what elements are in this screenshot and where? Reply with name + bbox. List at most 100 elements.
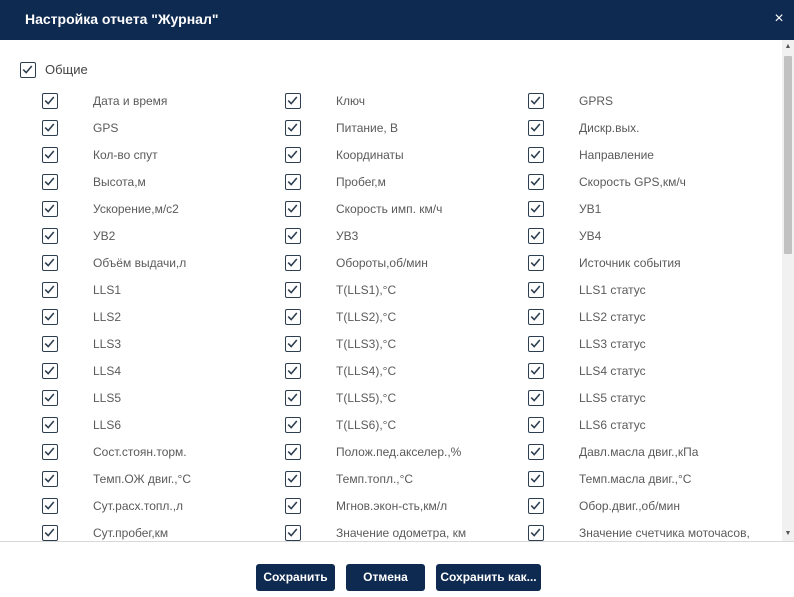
checkbox-3-17[interactable] [528,525,544,541]
checkbox-2-15[interactable] [285,471,301,487]
checkbox-2-2[interactable] [285,120,301,136]
checkmark-icon [287,204,298,213]
checkbox-3-2[interactable] [528,120,544,136]
checkbox-1-11[interactable] [42,363,58,379]
checkbox-3-11[interactable] [528,363,544,379]
checkbox-label: LLS3 [93,337,122,351]
checkmark-icon [530,447,541,456]
checkbox-3-14[interactable] [528,444,544,460]
checkmark-icon [530,393,541,402]
checkbox-label: T(LLS1),°C [336,283,397,297]
checkbox-2-5[interactable] [285,201,301,217]
checkbox-label: Темп.масла двиг.,°С [579,472,692,486]
group-label-general: Общие [45,62,88,77]
checkmark-icon [22,65,33,74]
checkbox-2-6[interactable] [285,228,301,244]
save-button[interactable]: Сохранить [256,564,335,591]
checkbox-3-1[interactable] [528,93,544,109]
checkbox-1-16[interactable] [42,498,58,514]
checkbox-3-12[interactable] [528,390,544,406]
checkbox-2-7[interactable] [285,255,301,271]
checkbox-2-8[interactable] [285,282,301,298]
close-icon[interactable]: × [764,0,794,40]
checkbox-2-12[interactable] [285,390,301,406]
checkbox-2-14[interactable] [285,444,301,460]
checkbox-3-16[interactable] [528,498,544,514]
checkbox-label: Сост.стоян.торм. [93,445,187,459]
checkmark-icon [44,339,55,348]
checkbox-2-10[interactable] [285,336,301,352]
checkbox-1-5[interactable] [42,201,58,217]
checkbox-label: Давл.масла двиг.,кПа [579,445,699,459]
save-as-button[interactable]: Сохранить как... [436,564,541,591]
checkbox-2-1[interactable] [285,93,301,109]
checkmark-icon [44,501,55,510]
checkbox-3-13[interactable] [528,417,544,433]
scrollbar-thumb[interactable] [784,56,792,254]
checkbox-1-7[interactable] [42,255,58,271]
checkbox-1-13[interactable] [42,417,58,433]
checkbox-1-14[interactable] [42,444,58,460]
checkmark-icon [530,474,541,483]
checkbox-1-6[interactable] [42,228,58,244]
checkbox-label: Питание, В [336,121,399,135]
checkbox-1-10[interactable] [42,336,58,352]
checkbox-3-5[interactable] [528,201,544,217]
checkbox-label: LLS1 [93,283,122,297]
dialog-title: Настройка отчета "Журнал" [25,11,219,27]
checkbox-label: Дискр.вых. [579,121,640,135]
checkbox-label: LLS1 статус [579,283,646,297]
checkbox-1-1[interactable] [42,93,58,109]
checkbox-label: УВ1 [579,202,602,216]
checkbox-3-6[interactable] [528,228,544,244]
checkbox-2-13[interactable] [285,417,301,433]
checkbox-3-9[interactable] [528,309,544,325]
checkbox-1-8[interactable] [42,282,58,298]
checkbox-1-17[interactable] [42,525,58,541]
checkbox-group-general[interactable] [20,62,36,78]
checkbox-3-8[interactable] [528,282,544,298]
checkmark-icon [530,177,541,186]
checkbox-label: LLS5 [93,391,122,405]
checkbox-2-16[interactable] [285,498,301,514]
checkmark-icon [287,393,298,402]
checkmark-icon [530,312,541,321]
checkbox-3-7[interactable] [528,255,544,271]
checkbox-2-11[interactable] [285,363,301,379]
checkmark-icon [530,528,541,537]
checkbox-2-3[interactable] [285,147,301,163]
checkbox-2-4[interactable] [285,174,301,190]
vertical-scrollbar[interactable]: ▲ ▼ [782,40,794,541]
checkbox-3-10[interactable] [528,336,544,352]
checkbox-label: УВ3 [336,229,359,243]
checkbox-1-3[interactable] [42,147,58,163]
checkmark-icon [44,231,55,240]
checkbox-2-9[interactable] [285,309,301,325]
checkbox-1-2[interactable] [42,120,58,136]
checkmark-icon [530,339,541,348]
checkbox-label: LLS4 статус [579,364,646,378]
checkbox-label: LLS5 статус [579,391,646,405]
checkbox-3-3[interactable] [528,147,544,163]
checkbox-2-17[interactable] [285,525,301,541]
checkbox-label: LLS6 статус [579,418,646,432]
checkmark-icon [530,96,541,105]
cancel-button[interactable]: Отмена [346,564,425,591]
checkmark-icon [44,285,55,294]
checkmark-icon [530,366,541,375]
checkbox-1-9[interactable] [42,309,58,325]
checkmark-icon [287,420,298,429]
scroll-down-icon[interactable]: ▼ [782,527,794,541]
checkbox-3-4[interactable] [528,174,544,190]
checkbox-label: Направление [579,148,654,162]
checkmark-icon [530,501,541,510]
checkbox-1-4[interactable] [42,174,58,190]
checkbox-3-15[interactable] [528,471,544,487]
checkbox-1-12[interactable] [42,390,58,406]
checkbox-label: Дата и время [93,94,168,108]
checkmark-icon [44,123,55,132]
scroll-up-icon[interactable]: ▲ [782,40,794,54]
checkbox-1-15[interactable] [42,471,58,487]
checkmark-icon [44,420,55,429]
checkbox-label: УВ2 [93,229,116,243]
